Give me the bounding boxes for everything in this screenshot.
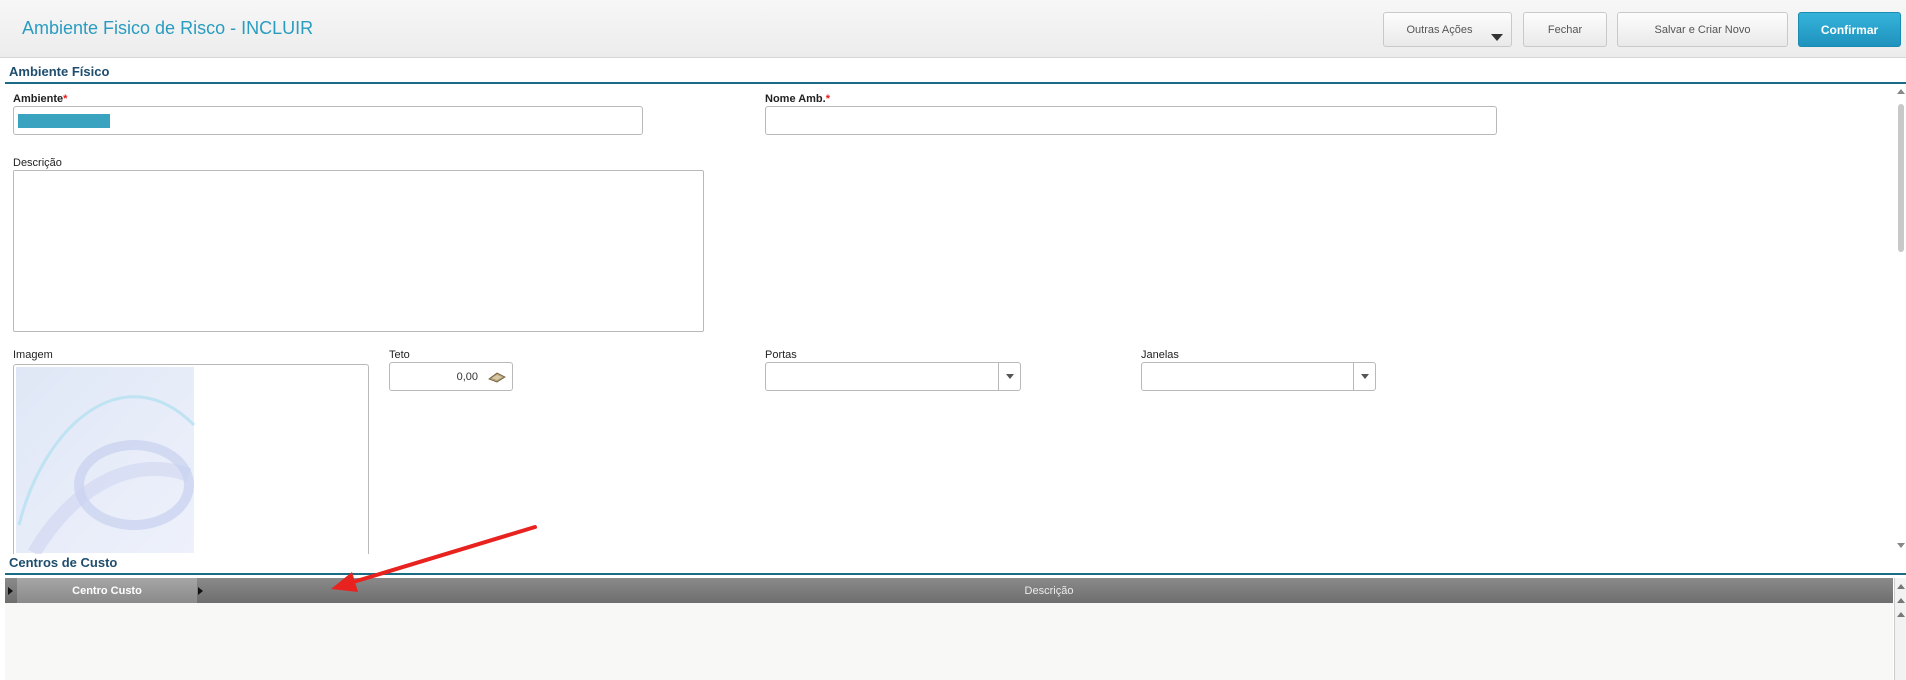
chevron-down-icon <box>1491 34 1503 41</box>
confirmar-button[interactable]: Confirmar <box>1798 12 1901 47</box>
image-placeholder-icon <box>16 367 196 554</box>
scroll-down-icon[interactable] <box>1897 543 1905 548</box>
grid-body[interactable] <box>5 603 1893 680</box>
ambiente-label-wrap: Ambiente* <box>13 93 67 105</box>
scroll-top-icon[interactable] <box>1897 584 1905 589</box>
scroll-page-up-icon[interactable] <box>1897 598 1905 603</box>
nome-amb-label-wrap: Nome Amb.* <box>765 93 830 105</box>
portas-dropdown-button[interactable] <box>998 363 1020 390</box>
confirmar-label: Confirmar <box>1820 22 1879 37</box>
janelas-select[interactable] <box>1141 362 1376 391</box>
column-header-centro-custo[interactable]: Centro Custo <box>17 578 197 603</box>
calculator-icon[interactable] <box>488 371 506 383</box>
column-header-descricao[interactable]: Descrição <box>205 578 1893 603</box>
scroll-thumb[interactable] <box>1898 104 1904 252</box>
portas-select[interactable] <box>765 362 1021 391</box>
required-marker: * <box>825 93 830 105</box>
section-divider <box>5 573 1906 575</box>
fechar-label: Fechar <box>1547 23 1583 36</box>
form-scrollbar[interactable] <box>1896 84 1906 550</box>
chevron-down-icon <box>1360 374 1369 379</box>
salvar-criar-label: Salvar e Criar Novo <box>1654 23 1751 36</box>
descricao-label: Descrição <box>13 157 62 169</box>
teto-label: Teto <box>389 349 410 361</box>
portas-label: Portas <box>765 349 797 361</box>
descricao-textarea[interactable] <box>13 170 704 332</box>
section-title: Ambiente Físico <box>9 64 110 79</box>
section-title: Centros de Custo <box>9 555 118 570</box>
section-centros-custo: Centros de Custo <box>0 551 1906 575</box>
chevron-down-icon <box>1005 374 1014 379</box>
required-marker: * <box>63 93 68 105</box>
teto-value: 0,00 <box>456 371 478 383</box>
row-indicator-icon <box>8 587 13 595</box>
column-indicator-icon <box>198 587 203 595</box>
teto-input[interactable]: 0,00 <box>389 362 513 391</box>
nome-amb-label: Nome Amb. <box>765 93 826 105</box>
outras-acoes-button[interactable]: Outras Ações <box>1383 12 1512 47</box>
nome-amb-input[interactable] <box>765 106 1497 135</box>
janelas-label: Janelas <box>1141 349 1179 361</box>
imagem-field[interactable] <box>13 364 369 554</box>
section-divider <box>5 82 1906 84</box>
top-bar: Ambiente Fisico de Risco - INCLUIR Outra… <box>0 0 1906 58</box>
fechar-button[interactable]: Fechar <box>1523 12 1607 47</box>
janelas-dropdown-button[interactable] <box>1353 363 1375 390</box>
ambiente-label: Ambiente <box>13 93 64 105</box>
page-title: Ambiente Fisico de Risco - INCLUIR <box>22 18 314 38</box>
grid-scrollbar[interactable] <box>1894 578 1906 680</box>
section-ambiente-fisico: Ambiente Físico <box>0 60 1906 84</box>
imagem-label: Imagem <box>13 349 53 361</box>
ambiente-input[interactable] <box>13 106 643 135</box>
grid-header: Centro Custo Descrição <box>5 578 1893 603</box>
selected-text-highlight <box>18 114 110 128</box>
outras-acoes-label: Outras Ações <box>1406 23 1473 36</box>
salvar-criar-novo-button[interactable]: Salvar e Criar Novo <box>1617 12 1788 47</box>
scroll-up-icon[interactable] <box>1897 89 1905 94</box>
scroll-up-icon[interactable] <box>1897 612 1905 617</box>
